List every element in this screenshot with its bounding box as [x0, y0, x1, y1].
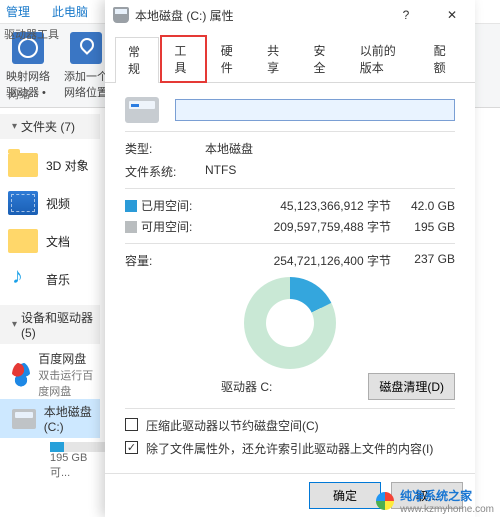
folder-icon: [8, 153, 38, 177]
baidu-icon: [12, 362, 30, 388]
content-pane: ▾ 文件夹 (7) 3D 对象 视频 文档 音乐 ▾ 设备和驱动器 (5) 百度…: [0, 108, 100, 517]
help-button[interactable]: ?: [383, 0, 429, 30]
item-label: 视频: [46, 195, 70, 212]
section-folders-label: 文件夹 (7): [21, 118, 75, 135]
chevron-down-icon: ▾: [12, 319, 17, 330]
used-swatch-icon: [125, 200, 137, 212]
free-swatch-icon: [125, 221, 137, 233]
capacity-bytes: 254,721,126,400 字节: [213, 252, 391, 269]
drive-caption: 驱动器 C:: [125, 378, 368, 395]
ribbon-btn-add-location[interactable]: 添加一个网络位置: [64, 32, 108, 100]
used-gb: 42.0 GB: [391, 199, 455, 213]
used-label: 已用空间:: [141, 197, 213, 214]
free-label: 可用空间:: [141, 218, 213, 235]
chevron-down-icon: ▾: [12, 121, 17, 132]
ribbon-group-caption: 网络: [8, 86, 30, 102]
checkbox-icon[interactable]: [125, 418, 138, 431]
tab-previous-versions[interactable]: 以前的版本: [347, 36, 419, 82]
free-gb: 195 GB: [391, 220, 455, 234]
free-bytes: 209,597,759,488 字节: [213, 218, 391, 235]
dialog-body: 类型:本地磁盘 文件系统:NTFS 已用空间: 45,123,366,912 字…: [105, 83, 475, 473]
index-checkbox-row[interactable]: ✓ 除了文件属性外，还允许索引此驱动器上文件的内容(I): [125, 440, 455, 457]
watermark: 纯净系统之家 www.kzmyhome.com: [376, 487, 494, 515]
drive-c-selected[interactable]: 本地磁盘 (C:): [0, 399, 100, 438]
section-folders[interactable]: ▾ 文件夹 (7): [0, 114, 100, 139]
filesystem-value: NTFS: [205, 163, 236, 180]
compress-label: 压缩此驱动器以节约磁盘空间(C): [146, 417, 319, 434]
drive-icon: [113, 7, 129, 23]
properties-dialog: 本地磁盘 (C:) 属性 ? ✕ 常规 工具 硬件 共享 安全 以前的版本 配额…: [105, 0, 475, 517]
capacity-gb: 237 GB: [391, 252, 455, 269]
drive-large-icon: [125, 97, 159, 123]
video-icon: [8, 191, 38, 215]
tab-general[interactable]: 常规: [115, 37, 159, 83]
watermark-logo-icon: [376, 492, 394, 510]
hdd-icon: [12, 409, 36, 429]
type-label: 类型:: [125, 140, 205, 157]
ok-button[interactable]: 确定: [309, 482, 381, 509]
item-label: 3D 对象: [46, 157, 89, 174]
document-icon: [8, 229, 38, 253]
compress-checkbox-row[interactable]: 压缩此驱动器以节约磁盘空间(C): [125, 417, 455, 434]
tab-sharing[interactable]: 共享: [254, 36, 298, 82]
drive-sublabel: 195 GB 可...: [50, 452, 100, 480]
tab-strip: 常规 工具 硬件 共享 安全 以前的版本 配额: [105, 30, 475, 83]
item-label: 文档: [46, 233, 70, 250]
folder-3d-objects[interactable]: 3D 对象: [8, 153, 100, 177]
item-label: 音乐: [46, 271, 70, 288]
type-value: 本地磁盘: [205, 140, 253, 157]
drive-sublabel: 双击运行百度网盘: [38, 367, 100, 399]
music-icon: [8, 267, 38, 291]
ribbon-tab-thispc[interactable]: 此电脑: [52, 3, 88, 20]
folder-documents[interactable]: 文档: [8, 229, 100, 253]
disk-cleanup-button[interactable]: 磁盘清理(D): [368, 373, 455, 400]
capacity-label: 容量:: [125, 252, 213, 269]
dialog-title: 本地磁盘 (C:) 属性: [135, 7, 234, 24]
folder-music[interactable]: 音乐: [8, 267, 100, 291]
index-label: 除了文件属性外，还允许索引此驱动器上文件的内容(I): [146, 440, 433, 457]
titlebar[interactable]: 本地磁盘 (C:) 属性 ? ✕: [105, 0, 475, 30]
folder-videos[interactable]: 视频: [8, 191, 100, 215]
usage-pie-chart: [244, 277, 336, 369]
watermark-url: www.kzmyhome.com: [400, 504, 494, 515]
used-bytes: 45,123,366,912 字节: [213, 197, 391, 214]
drive-baidu[interactable]: 百度网盘 双击运行百度网盘: [12, 350, 100, 399]
ribbon-tab-manage[interactable]: 管理: [6, 3, 30, 20]
drive-name-input[interactable]: [175, 99, 455, 121]
ribbon-btn-label: 添加一个网络位置: [64, 68, 108, 100]
filesystem-label: 文件系统:: [125, 163, 205, 180]
checkbox-checked-icon[interactable]: ✓: [125, 441, 138, 454]
watermark-brand: 纯净系统之家: [400, 487, 494, 504]
tab-security[interactable]: 安全: [300, 36, 344, 82]
tab-hardware[interactable]: 硬件: [208, 36, 252, 82]
section-devices[interactable]: ▾ 设备和驱动器 (5): [0, 305, 100, 344]
drive-label: 百度网盘: [38, 350, 100, 367]
ribbon-section-label: 驱动器工具: [4, 26, 59, 42]
tab-quota[interactable]: 配额: [421, 36, 465, 82]
section-devices-label: 设备和驱动器 (5): [21, 309, 100, 340]
drive-label: 本地磁盘 (C:): [44, 403, 100, 434]
tab-tools[interactable]: 工具: [161, 36, 205, 82]
network-location-icon: [70, 32, 102, 64]
close-button[interactable]: ✕: [429, 0, 475, 30]
